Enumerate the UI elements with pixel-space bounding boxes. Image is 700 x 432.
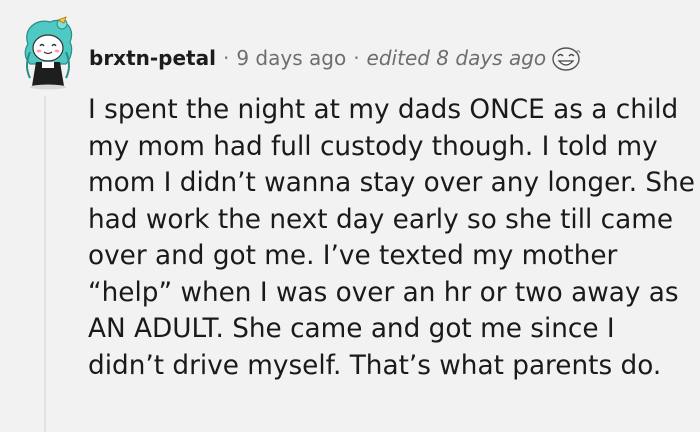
comment-body-line: mom I didn’t wanna stay over any longer.…: [88, 168, 695, 198]
comment-body-line: I spent the night at my dads ONCE as a c…: [88, 95, 679, 125]
comment: brxtn-petal · 9 days ago · edited 8 days…: [0, 0, 700, 432]
comment-body-line: didn’t drive myself. That’s what parents…: [88, 350, 662, 381]
comment-body-line: had work the next day early so she till …: [88, 204, 674, 235]
comment-body-line: “help” when I was over an hr or two away…: [88, 277, 679, 308]
snoo-avatar-icon[interactable]: [12, 14, 82, 90]
thread-line[interactable]: [44, 96, 46, 432]
edited-label: edited 8 days ago: [366, 46, 547, 70]
comment-body-line: AN ADULT. She came and got me since I: [88, 314, 615, 344]
laughing-face-award-icon[interactable]: [550, 44, 582, 72]
separator-dot: ·: [222, 46, 230, 70]
comment-meta: brxtn-petal · 9 days ago · edited 8 days…: [89, 44, 582, 72]
comment-body: I spent the night at my dads ONCE as a c…: [88, 92, 700, 384]
comment-body-line: over and got me. I’ve texted my mother: [88, 241, 618, 271]
timestamp-link[interactable]: 9 days ago: [236, 46, 346, 70]
separator-dot: ·: [353, 46, 360, 70]
username-link[interactable]: brxtn-petal: [89, 46, 216, 70]
comment-body-line: my mom had full custody though. I told m…: [88, 131, 658, 162]
